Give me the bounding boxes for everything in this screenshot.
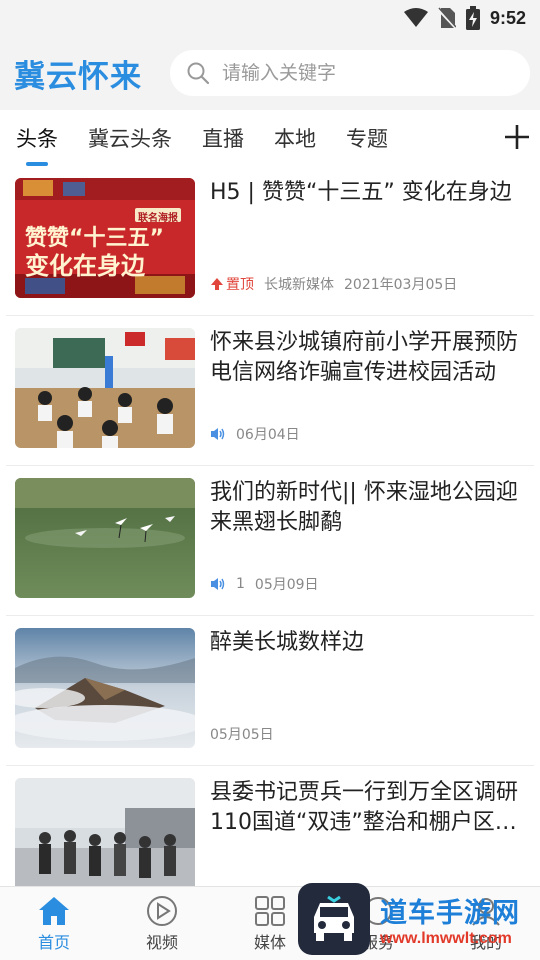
news-item[interactable]: 我们的新时代|| 怀来湿地公园迎来黑翅长脚鹬 1 05月09日 [0,466,540,616]
tab-topics[interactable]: 专题 [346,110,388,166]
news-item[interactable]: 县委书记贾兵一行到万全区调研110国道“双违”整治和棚户区改造 [0,766,540,886]
pin-top-icon [211,278,223,290]
home-icon [39,897,69,925]
news-thumbnail: 联名海报 赞赞“十三五” 变化在身边 [15,178,195,298]
grid-icon [255,896,285,926]
nav-video[interactable]: 视频 [108,887,216,960]
app-header: 冀云怀来 [0,36,540,110]
thumb-caption-line2: 变化在身边 [25,252,145,280]
listen-count: 1 [236,576,245,592]
clock: 9:52 [489,7,526,28]
news-title[interactable]: 醉美长城数样边 [210,628,532,658]
nav-video-label: 视频 [145,933,178,952]
news-title[interactable]: 怀来县沙城镇府前小学开展预防电信网络诈骗宣传进校园活动 [210,328,532,388]
car-icon [314,895,354,941]
news-date: 05月09日 [254,577,319,593]
audio-icon [211,428,225,440]
news-title[interactable]: H5 | 赞赞“十三五” 变化在身边 [210,178,532,208]
status-bar: 9:52 [0,0,540,36]
no-sim-icon [437,7,456,29]
pinned-badge: 置顶 [210,274,254,294]
wifi-icon [403,8,428,27]
tab-headlines[interactable]: 头条 [16,110,58,166]
news-thumbnail [15,478,195,598]
tab-live[interactable]: 直播 [202,110,244,166]
watermark-logo [298,883,370,955]
tab-jiyun-headlines[interactable]: 冀云头条 [88,110,172,166]
watermark-title: 道车手游网 [380,897,520,929]
news-source: 长城新媒体 [264,277,334,293]
news-thumbnail [15,328,195,448]
news-feed: 联名海报 赞赞“十三五” 变化在身边 H5 | 赞赞“十三五” 变化在身边 置顶… [0,166,540,886]
app-logo: 冀云怀来 [14,58,142,95]
news-item[interactable]: 怀来县沙城镇府前小学开展预防电信网络诈骗宣传进校园活动 06月04日 [0,316,540,466]
news-title[interactable]: 我们的新时代|| 怀来湿地公园迎来黑翅长脚鹬 [210,478,532,538]
battery-charging-icon [465,6,480,30]
search-input[interactable] [222,62,522,84]
add-tab-icon[interactable] [502,122,532,152]
news-date: 06月04日 [236,427,300,443]
nav-media-label: 媒体 [253,933,286,952]
news-title[interactable]: 县委书记贾兵一行到万全区调研110国道“双违”整治和棚户区改造 [210,778,532,838]
news-thumbnail [15,778,195,886]
search-icon [187,62,210,85]
site-watermark: 道车手游网 www.lmwwlt.com [298,880,534,958]
watermark-url: www.lmwwlt.com [380,929,512,947]
news-date: 05月05日 [210,727,274,743]
pinned-label: 置顶 [226,277,254,293]
search-bar[interactable] [170,50,530,96]
news-item[interactable]: 醉美长城数样边 05月05日 [0,616,540,766]
news-item[interactable]: 联名海报 赞赞“十三五” 变化在身边 H5 | 赞赞“十三五” 变化在身边 置顶… [0,166,540,316]
nav-home-label: 首页 [37,933,70,952]
audio-icon [211,578,225,590]
news-date: 2021年03月05日 [344,277,458,293]
play-icon [147,896,177,926]
news-thumbnail [15,628,195,748]
nav-home[interactable]: 首页 [0,887,108,960]
tab-local[interactable]: 本地 [274,110,316,166]
category-tabs: 头条 冀云头条 直播 本地 专题 [0,110,540,166]
